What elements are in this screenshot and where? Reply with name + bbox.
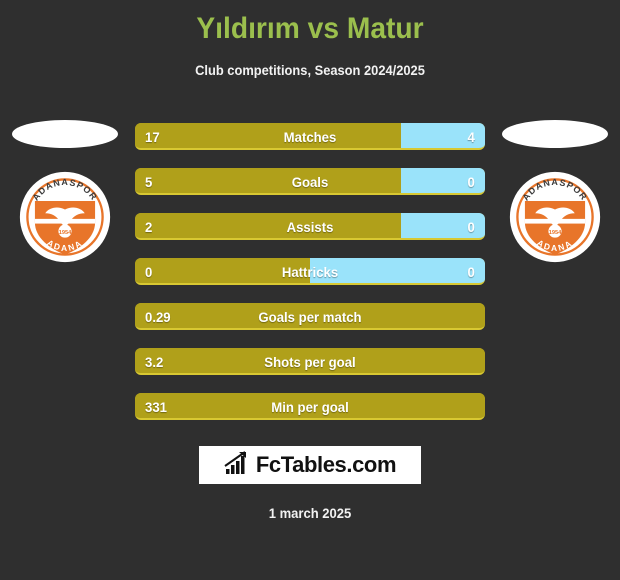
away-value: 4 xyxy=(467,128,475,145)
bar-chart-growth-icon xyxy=(224,450,250,480)
stat-comparison-page: Yıldırım vs Matur Club competitions, Sea… xyxy=(0,0,620,580)
stat-row-assists: 2 Assists 0 xyxy=(135,213,485,240)
stat-bar xyxy=(135,393,485,420)
stat-bar xyxy=(135,213,485,240)
stat-row-goals-per-match: 0.29 Goals per match xyxy=(135,303,485,330)
home-team-panel: 1954 ADANASPOR ADANA xyxy=(0,115,130,295)
away-bar-fill xyxy=(310,258,485,283)
home-bar-fill xyxy=(135,168,401,193)
home-value: 0 xyxy=(145,263,153,280)
fctables-logo[interactable]: FcTables.com xyxy=(199,446,421,484)
svg-text:1954: 1954 xyxy=(59,230,72,236)
stat-bar xyxy=(135,303,485,330)
home-value: 5 xyxy=(145,173,153,190)
home-team-badge-icon: 1954 ADANASPOR ADANA xyxy=(18,170,112,264)
stat-bar xyxy=(135,258,485,285)
stat-row-goals: 5 Goals 0 xyxy=(135,168,485,195)
away-value: 0 xyxy=(467,173,475,190)
page-subtitle: Club competitions, Season 2024/2025 xyxy=(195,62,425,78)
away-team-panel: 1954 ADANASPOR ADANA xyxy=(490,115,620,295)
away-value: 0 xyxy=(467,263,475,280)
stat-row-min-per-goal: 331 Min per goal xyxy=(135,393,485,420)
stat-bars-list: 17 Matches 4 5 Goals 0 2 Assists 0 0 Hat… xyxy=(135,123,485,438)
footer-date: 1 march 2025 xyxy=(268,505,352,521)
stat-bar xyxy=(135,348,485,375)
stat-bar xyxy=(135,168,485,195)
stat-row-hattricks: 0 Hattricks 0 xyxy=(135,258,485,285)
home-bar-fill xyxy=(135,213,401,238)
away-team-badge-icon: 1954 ADANASPOR ADANA xyxy=(508,170,602,264)
home-value: 17 xyxy=(145,128,160,145)
home-bar-fill xyxy=(135,303,485,328)
stat-row-matches: 17 Matches 4 xyxy=(135,123,485,150)
home-bar-fill xyxy=(135,123,401,148)
home-team-shirt-ellipse-icon xyxy=(12,120,118,148)
svg-text:1954: 1954 xyxy=(549,230,562,236)
stat-bar xyxy=(135,123,485,150)
home-bar-fill xyxy=(135,258,310,283)
page-title: Yıldırım vs Matur xyxy=(196,12,424,45)
fctables-logo-text: FcTables.com xyxy=(255,452,397,477)
home-value: 331 xyxy=(145,398,167,415)
away-value: 0 xyxy=(467,218,475,235)
stat-row-shots-per-goal: 3.2 Shots per goal xyxy=(135,348,485,375)
home-value: 2 xyxy=(145,218,153,235)
away-team-shirt-ellipse-icon xyxy=(502,120,608,148)
home-bar-fill xyxy=(135,348,485,373)
home-value: 0.29 xyxy=(145,308,171,325)
home-value: 3.2 xyxy=(145,353,164,370)
home-bar-fill xyxy=(135,393,485,418)
